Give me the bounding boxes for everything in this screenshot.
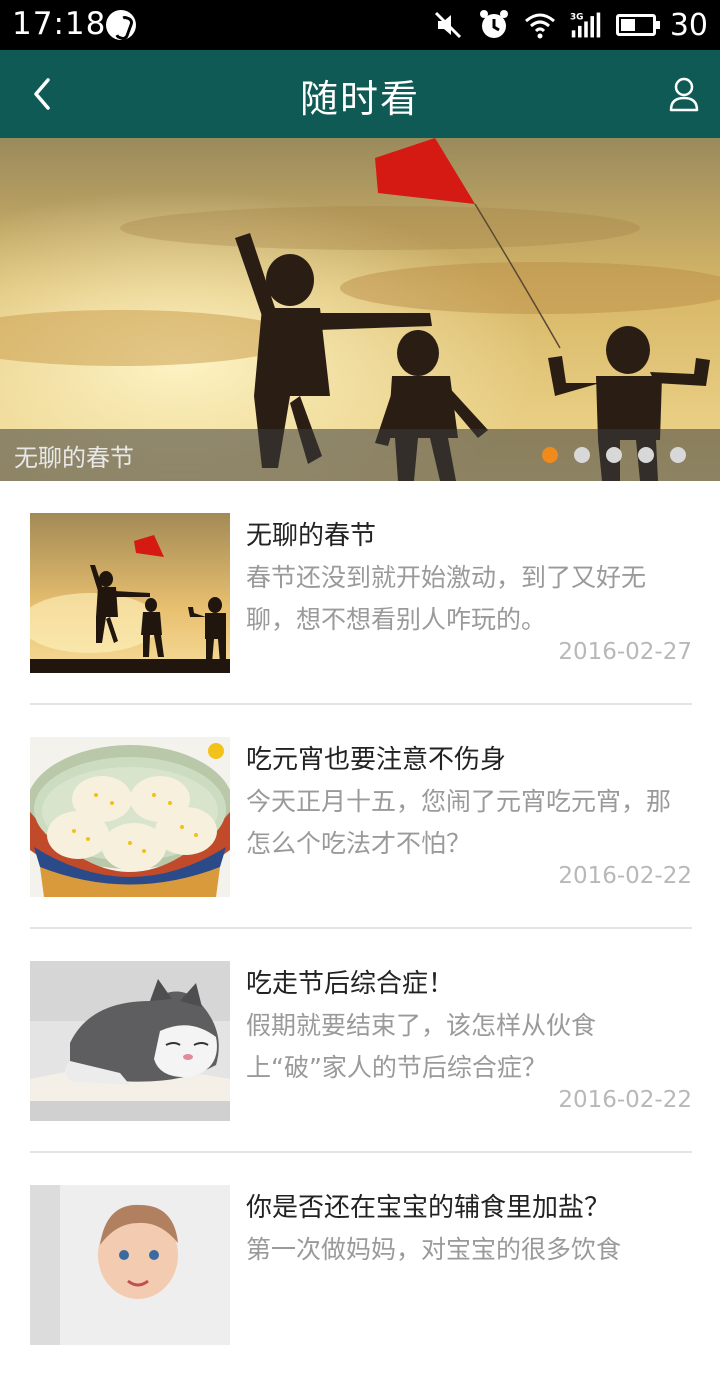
article-thumbnail <box>30 1185 230 1345</box>
banner-dot[interactable] <box>606 447 622 463</box>
article-date: 2016-02-27 <box>558 639 692 665</box>
app-notification-icon <box>106 10 136 40</box>
status-time: 17:18 <box>12 6 107 42</box>
banner-carousel[interactable]: 无聊的春节 <box>0 138 720 481</box>
article-summary: 第一次做妈妈，对宝宝的很多饮食 <box>246 1235 622 1264</box>
article-thumbnail <box>30 961 230 1121</box>
banner-dot-active[interactable] <box>542 447 558 463</box>
article-title: 无聊的春节 <box>246 521 377 551</box>
banner-dot[interactable] <box>670 447 686 463</box>
list-item[interactable]: 吃元宵也要注意不伤身 今天正月十五，您闹了元宵吃元宵，那怎么个吃法才不怕？ 20… <box>30 705 692 929</box>
mute-icon <box>434 11 461 39</box>
status-bar: 17:18 3G 30 <box>0 0 720 50</box>
user-icon[interactable] <box>668 76 700 112</box>
article-title: 吃元宵也要注意不伤身 <box>246 745 507 775</box>
article-summary: 今天正月十五，您闹了元宵吃元宵，那怎么个吃法才不怕？ <box>246 787 672 858</box>
status-icons: 3G 30 <box>432 7 708 43</box>
svg-text:3G: 3G <box>570 13 583 23</box>
alarm-icon <box>479 10 508 38</box>
list-item[interactable]: 无聊的春节 春节还没到就开始激动，到了又好无聊，想不想看别人咋玩的。 2016-… <box>30 481 692 705</box>
banner-caption: 无聊的春节 <box>14 444 134 472</box>
article-date: 2016-02-22 <box>558 1087 692 1113</box>
article-title: 你是否还在宝宝的辅食里加盐？ <box>246 1193 611 1223</box>
banner-pagination <box>542 447 686 463</box>
page-title: 随时看 <box>299 77 420 121</box>
signal-3g-icon: 3G <box>570 12 601 38</box>
article-summary: 假期就要结束了，该怎样从伙食上“破”家人的节后综合症？ <box>246 1011 597 1082</box>
article-summary: 春节还没到就开始激动，到了又好无聊，想不想看别人咋玩的。 <box>246 563 647 634</box>
list-item[interactable]: 你是否还在宝宝的辅食里加盐？ 第一次做妈妈，对宝宝的很多饮食 <box>30 1153 692 1377</box>
article-date: 2016-02-22 <box>558 863 692 889</box>
banner-dot[interactable] <box>638 447 654 463</box>
article-thumbnail <box>30 737 230 897</box>
article-title: 吃走节后综合症！ <box>246 969 455 999</box>
article-thumbnail <box>30 513 230 673</box>
banner-caption-bar: 无聊的春节 <box>0 429 720 481</box>
banner-dot[interactable] <box>574 447 590 463</box>
list-item[interactable]: 吃走节后综合症！ 假期就要结束了，该怎样从伙食上“破”家人的节后综合症？ 201… <box>30 929 692 1153</box>
wifi-icon <box>524 13 555 39</box>
battery-level: 30 <box>669 7 708 43</box>
battery-icon <box>615 14 660 36</box>
title-bar: 随时看 <box>0 50 720 138</box>
